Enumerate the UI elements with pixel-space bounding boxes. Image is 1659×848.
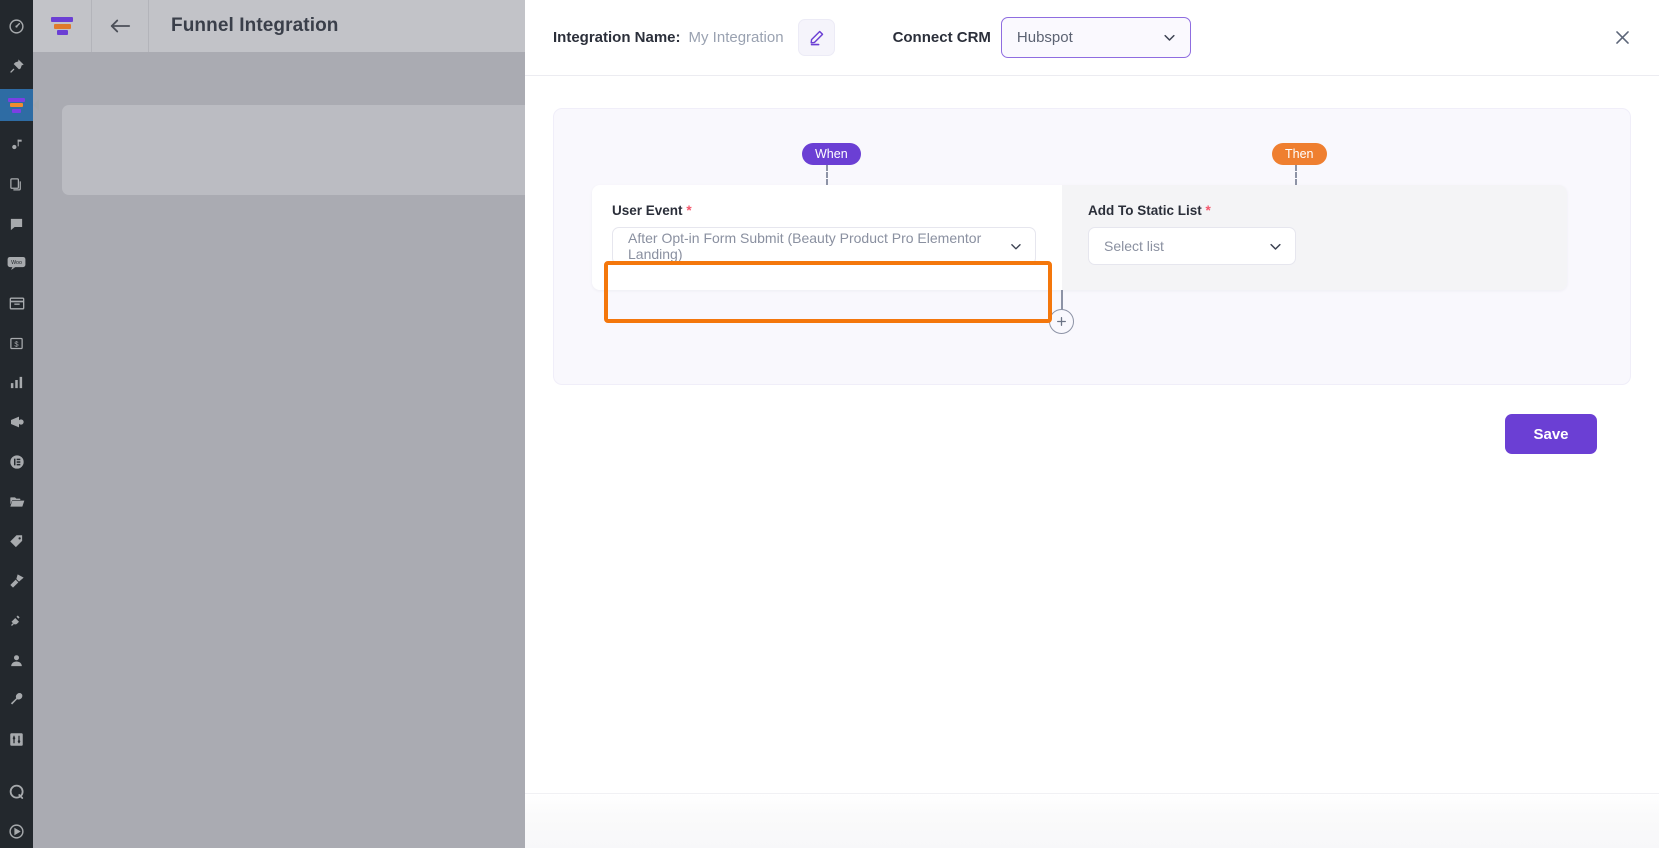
add-step-button[interactable] (1049, 309, 1074, 334)
when-badge: When (802, 143, 861, 165)
users-icon (11, 654, 22, 666)
templates-icon (9, 496, 24, 507)
media-icon (11, 139, 22, 150)
sidebar-item-woocommerce[interactable]: Woo (0, 248, 33, 280)
user-event-label-text: User Event (612, 203, 683, 218)
sidebar-item-pin[interactable] (0, 50, 33, 82)
wordpress-admin-sidebar: Woo $ (0, 0, 33, 848)
sidebar-item-funnel[interactable] (0, 89, 33, 122)
integration-name-value: My Integration (688, 29, 784, 46)
then-badge: Then (1272, 143, 1327, 165)
user-event-label: User Event * (612, 203, 1062, 218)
chevron-down-icon (1164, 34, 1175, 41)
automation-flow-card: When Then User Event * After Opt-in Form… (553, 108, 1631, 385)
close-modal-button[interactable] (1607, 22, 1637, 52)
sidebar-item-analytics[interactable] (0, 367, 33, 399)
static-list-placeholder: Select list (1104, 238, 1164, 254)
crm-select[interactable]: Hubspot (1000, 17, 1191, 58)
sidebar-item-comments[interactable] (0, 208, 33, 240)
then-connector (1295, 165, 1297, 185)
modal-header: Integration Name: My Integration Connect… (525, 0, 1659, 76)
static-list-label: Add To Static List * (1088, 203, 1567, 218)
flow-panels: User Event * After Opt-in Form Submit (B… (592, 185, 1567, 290)
page-title: Funnel Integration (171, 15, 339, 36)
sidebar-item-templates[interactable] (0, 486, 33, 518)
appearance-icon (9, 574, 24, 588)
play-icon (9, 824, 24, 839)
dashboard-icon (9, 18, 24, 34)
sidebar-item-play[interactable] (0, 816, 33, 848)
sidebar-item-appearance[interactable] (0, 565, 33, 597)
connect-crm-label: Connect CRM (892, 29, 991, 46)
integration-name-label: Integration Name: (553, 29, 681, 46)
sidebar-item-products[interactable] (0, 287, 33, 319)
sidebar-item-media[interactable] (0, 129, 33, 161)
crm-selected-value: Hubspot (1016, 29, 1073, 46)
products-icon (9, 297, 24, 310)
sidebar-item-tools[interactable] (0, 684, 33, 716)
sidebar-item-tags[interactable] (0, 525, 33, 557)
static-list-select[interactable]: Select list (1088, 227, 1296, 265)
chevron-down-icon (1270, 243, 1281, 250)
user-event-selected-value: After Opt-in Form Submit (Beauty Product… (628, 230, 982, 262)
when-panel: User Event * After Opt-in Form Submit (B… (592, 185, 1062, 290)
arrow-left-icon (110, 19, 131, 33)
plugins-icon (11, 615, 20, 626)
add-step-connector (1061, 290, 1063, 311)
plus-icon (1057, 317, 1066, 326)
settings-icon (10, 733, 23, 746)
sidebar-item-pages[interactable] (0, 169, 33, 201)
svg-text:$: $ (14, 339, 19, 348)
svg-text:Woo: Woo (11, 260, 22, 266)
sidebar-item-query[interactable] (0, 776, 33, 808)
user-event-select[interactable]: After Opt-in Form Submit (Beauty Product… (612, 227, 1036, 265)
static-list-required-marker: * (1205, 203, 1211, 218)
sidebar-item-payments[interactable]: $ (0, 327, 33, 359)
funnel-logo-icon (51, 17, 73, 35)
woocommerce-icon: Woo (7, 257, 26, 271)
pin-icon (9, 58, 24, 73)
analytics-icon (10, 377, 23, 389)
sidebar-item-users[interactable] (0, 644, 33, 676)
save-button[interactable]: Save (1505, 414, 1597, 454)
sidebar-item-dashboard[interactable] (0, 10, 33, 42)
elementor-icon (9, 455, 24, 469)
tag-icon (10, 534, 23, 547)
pencil-icon (810, 30, 823, 46)
sidebar-item-elementor[interactable] (0, 446, 33, 478)
pages-icon (10, 178, 21, 191)
static-list-label-text: Add To Static List (1088, 203, 1202, 218)
marketing-icon (10, 416, 24, 428)
close-icon (1615, 30, 1629, 44)
modal-footer (525, 793, 1659, 848)
q-icon (9, 784, 24, 800)
chevron-down-icon (1011, 243, 1021, 250)
tools-icon (10, 693, 23, 705)
sidebar-item-plugins[interactable] (0, 604, 33, 636)
when-connector (826, 165, 828, 185)
funnel-icon (8, 97, 25, 113)
brand-logo (33, 0, 92, 52)
integration-modal: Integration Name: My Integration Connect… (525, 0, 1659, 848)
then-panel: Add To Static List * Select list (1062, 185, 1567, 290)
edit-integration-name-button[interactable] (797, 19, 835, 56)
payments-icon: $ (10, 337, 23, 349)
sidebar-item-marketing[interactable] (0, 406, 33, 438)
back-button[interactable] (92, 0, 149, 52)
comments-icon (10, 218, 23, 230)
sidebar-item-settings[interactable] (0, 723, 33, 755)
user-event-required-marker: * (686, 203, 692, 218)
